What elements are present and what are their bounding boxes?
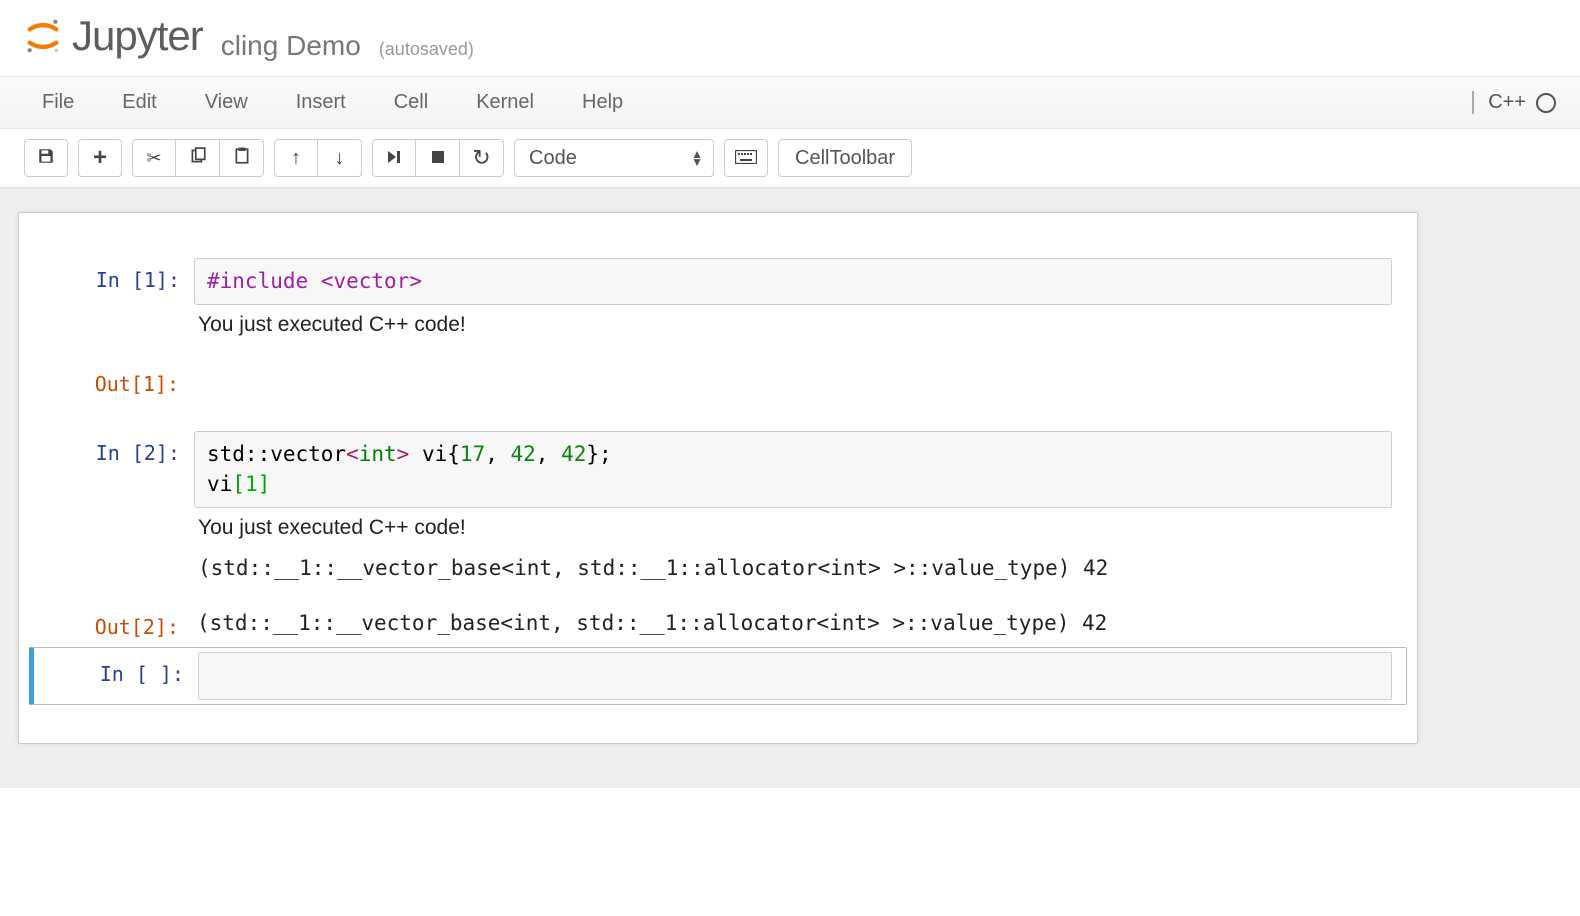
celltoolbar-button[interactable]: CellToolbar — [778, 139, 912, 177]
input-prompt: In [1]: — [44, 258, 194, 345]
input-prompt: In [2]: — [44, 431, 194, 588]
move-up-button[interactable]: ↑ — [274, 139, 318, 177]
clipboard-icon — [233, 147, 251, 170]
jupyter-icon — [24, 17, 62, 55]
save-icon — [37, 147, 55, 170]
stream-output: You just executed C++ code! — [194, 305, 1392, 345]
notebook-page: In [1]: #include <vector> You just execu… — [0, 188, 1580, 788]
autosave-status: (autosaved) — [379, 39, 474, 60]
step-forward-icon — [387, 148, 401, 169]
command-palette-button[interactable] — [724, 139, 768, 177]
keyboard-icon — [735, 148, 757, 169]
copy-button[interactable] — [176, 139, 220, 177]
stream-output: You just executed C++ code! — [194, 508, 1392, 548]
menu-view[interactable]: View — [187, 81, 266, 124]
toolbar: + ✂ ↑ ↓ ↻ Code ▲▼ CellToolbar — [0, 129, 1580, 188]
notebook-header: Jupyter cling Demo (autosaved) — [0, 0, 1580, 77]
menubar: File Edit View Insert Cell Kernel Help C… — [0, 77, 1580, 129]
cell-1[interactable]: In [1]: #include <vector> You just execu… — [29, 253, 1407, 350]
code-input[interactable]: std::vector<int> vi{17, 42, 42}; vi[1] — [194, 431, 1392, 508]
code-input[interactable] — [198, 652, 1392, 699]
cell-2-out: Out[2]: (std::__1::__vector_base<int, st… — [29, 607, 1407, 647]
logo-text: Jupyter — [72, 12, 203, 60]
cell-3[interactable]: In [ ]: — [29, 647, 1407, 704]
menu-kernel[interactable]: Kernel — [458, 81, 552, 124]
kernel-status-icon — [1536, 93, 1556, 113]
notebook-name[interactable]: cling Demo — [221, 30, 361, 62]
output-value: (std::__1::__vector_base<int, std::__1::… — [193, 611, 1393, 643]
plus-icon: + — [93, 144, 107, 172]
interrupt-button[interactable] — [416, 139, 460, 177]
code-input[interactable]: #include <vector> — [194, 258, 1392, 305]
jupyter-logo[interactable]: Jupyter — [24, 12, 203, 60]
arrow-down-icon: ↓ — [335, 147, 345, 170]
copy-icon — [189, 147, 207, 170]
kernel-name: C++ — [1472, 91, 1526, 114]
menu-file[interactable]: File — [24, 81, 92, 124]
move-down-button[interactable]: ↓ — [318, 139, 362, 177]
arrow-up-icon: ↑ — [291, 147, 301, 170]
cell-type-select[interactable]: Code ▲▼ — [514, 139, 714, 177]
output-prompt: Out[1]: — [43, 368, 193, 396]
save-button[interactable] — [24, 139, 68, 177]
cell-2[interactable]: In [2]: std::vector<int> vi{17, 42, 42};… — [29, 426, 1407, 593]
cell-type-value: Code — [529, 147, 577, 170]
menu-edit[interactable]: Edit — [104, 81, 174, 124]
stop-icon — [431, 148, 445, 169]
stdout-pre: (std::__1::__vector_base<int, std::__1::… — [194, 548, 1392, 588]
input-prompt: In [ ]: — [48, 652, 198, 699]
menu-cell[interactable]: Cell — [376, 81, 446, 124]
run-button[interactable] — [372, 139, 416, 177]
output-prompt: Out[2]: — [43, 611, 193, 643]
cell-1-out: Out[1]: — [29, 364, 1407, 400]
scissors-icon: ✂ — [146, 148, 161, 169]
menu-insert[interactable]: Insert — [278, 81, 364, 124]
chevron-updown-icon: ▲▼ — [691, 150, 703, 166]
refresh-icon: ↻ — [472, 145, 490, 171]
restart-button[interactable]: ↻ — [460, 139, 504, 177]
add-cell-button[interactable]: + — [78, 139, 122, 177]
menu-help[interactable]: Help — [564, 81, 641, 124]
paste-button[interactable] — [220, 139, 264, 177]
notebook-container: In [1]: #include <vector> You just execu… — [18, 212, 1418, 744]
cut-button[interactable]: ✂ — [132, 139, 176, 177]
